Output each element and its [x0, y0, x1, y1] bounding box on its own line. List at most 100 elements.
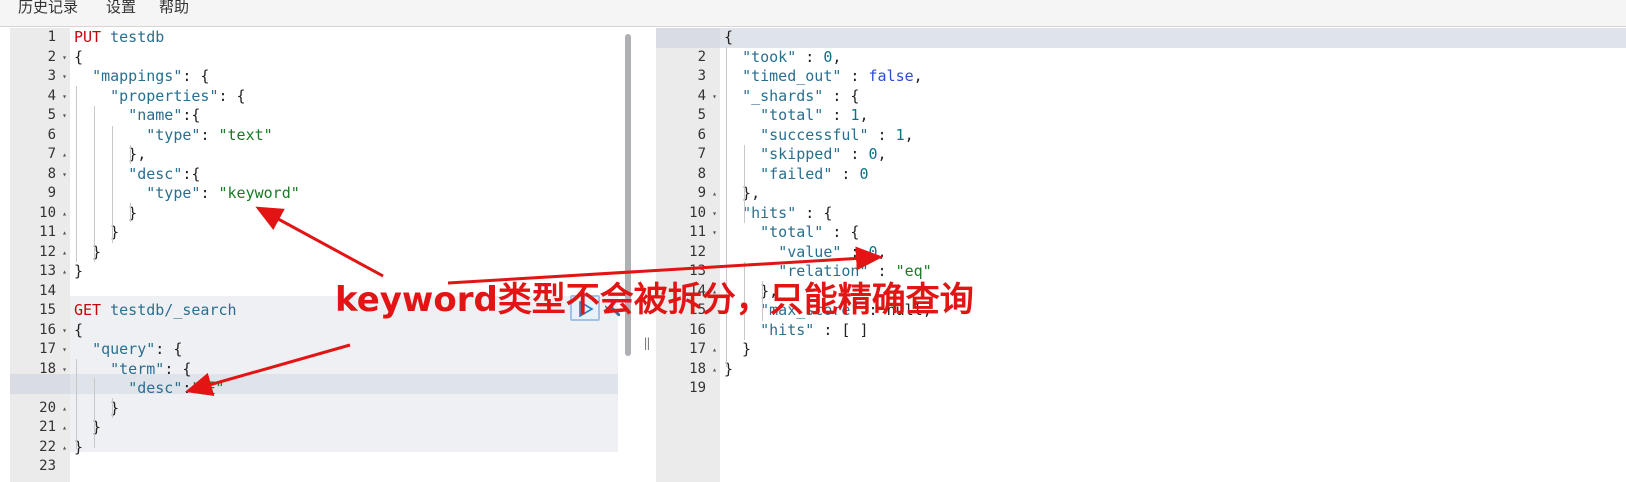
- code-line-text: "desc":"狂": [74, 379, 224, 399]
- line-number: 8: [656, 165, 720, 185]
- request-gutter: 1 2 ▾ 3 ▾ 4 ▾ 5 ▾ 6 7 ▴ 8 ▾ 9 10 ▴ 11 ▴ 12 ▴ 13 ▴ 14 15 16 ▾ 17 ▾ 18 ▾…: [10, 28, 70, 482]
- code-line[interactable]: },: [70, 145, 630, 165]
- fold-close-icon[interactable]: ▴: [712, 360, 717, 380]
- fold-open-icon[interactable]: ▾: [62, 165, 67, 185]
- fold-close-icon[interactable]: ▴: [62, 243, 67, 263]
- code-line[interactable]: }: [70, 438, 630, 458]
- code-line[interactable]: "total" : 1,: [720, 106, 1626, 126]
- fold-close-icon[interactable]: ▴: [62, 223, 67, 243]
- code-line[interactable]: "desc":"狂": [70, 379, 630, 399]
- code-token: "term": [110, 359, 165, 378]
- code-line[interactable]: }: [720, 340, 1626, 360]
- line-number-text: 7: [697, 146, 706, 162]
- code-line[interactable]: }: [70, 243, 630, 263]
- fold-open-icon[interactable]: ▾: [62, 48, 67, 68]
- code-line[interactable]: "hits" : {: [720, 204, 1626, 224]
- line-number: 9 ▴: [656, 184, 720, 204]
- code-line[interactable]: "took" : 0,: [720, 48, 1626, 68]
- fold-open-icon[interactable]: ▾: [712, 87, 717, 107]
- line-number: 4 ▾: [656, 87, 720, 107]
- menu-history[interactable]: 历史记录: [18, 0, 78, 17]
- code-line[interactable]: "timed_out" : false,: [720, 67, 1626, 87]
- code-line[interactable]: "skipped" : 0,: [720, 145, 1626, 165]
- code-line[interactable]: {: [720, 28, 1626, 48]
- code-token: },: [74, 145, 147, 163]
- fold-open-icon[interactable]: ▾: [62, 340, 67, 360]
- code-line[interactable]: "desc":{: [70, 165, 630, 185]
- code-token: :: [832, 164, 860, 183]
- code-line[interactable]: }: [70, 418, 630, 438]
- code-line[interactable]: "name":{: [70, 106, 630, 126]
- code-line[interactable]: "type": "text": [70, 126, 630, 146]
- code-line-text: "total" : 1,: [724, 106, 869, 126]
- fold-close-icon[interactable]: ▴: [62, 204, 67, 224]
- code-token: "hits": [742, 203, 797, 222]
- code-line[interactable]: "failed" : 0: [720, 165, 1626, 185]
- line-number: 19: [656, 379, 720, 399]
- line-number: 6: [10, 126, 70, 146]
- code-line[interactable]: "query": {: [70, 340, 630, 360]
- request-code[interactable]: PUT testdb{ "mappings": { "properties": …: [70, 28, 630, 482]
- fold-close-icon[interactable]: ▴: [712, 340, 717, 360]
- fold-close-icon[interactable]: ▴: [62, 399, 67, 419]
- fold-open-icon[interactable]: ▾: [62, 87, 67, 107]
- code-line[interactable]: }: [70, 399, 630, 419]
- fold-close-icon[interactable]: ▴: [62, 145, 67, 165]
- code-line-text: {: [74, 321, 83, 341]
- code-token: {: [724, 28, 734, 46]
- fold-open-icon[interactable]: ▾: [62, 67, 67, 87]
- code-token: "type": [146, 125, 201, 144]
- code-line[interactable]: }: [70, 204, 630, 224]
- fold-open-icon[interactable]: ▾: [62, 106, 67, 126]
- code-line[interactable]: {: [70, 48, 630, 68]
- line-number-text: 7: [47, 146, 56, 162]
- line-number: 2: [656, 48, 720, 68]
- code-line-text: }: [74, 243, 101, 263]
- code-line[interactable]: }: [70, 223, 630, 243]
- code-token: "total": [760, 223, 824, 241]
- annotation-text: keyword类型不会被拆分，只能精确查询: [335, 280, 974, 320]
- request-editor[interactable]: 1 2 ▾ 3 ▾ 4 ▾ 5 ▾ 6 7 ▴ 8 ▾ 9 10 ▴ 11 ▴ 12 ▴ 13 ▴ 14 15 16 ▾ 17 ▾ 18 ▾…: [10, 28, 630, 482]
- code-token: "keyword": [218, 184, 300, 202]
- code-line[interactable]: "properties": {: [70, 87, 630, 107]
- code-line[interactable]: {: [70, 321, 630, 341]
- fold-close-icon[interactable]: ▴: [62, 438, 67, 458]
- code-line[interactable]: "mappings": {: [70, 67, 630, 87]
- code-line[interactable]: }: [720, 360, 1626, 380]
- code-line[interactable]: "term": {: [70, 360, 630, 380]
- code-token: "text": [218, 125, 273, 144]
- code-line[interactable]: "type": "keyword": [70, 184, 630, 204]
- fold-open-icon[interactable]: ▾: [712, 204, 717, 224]
- fold-open-icon[interactable]: ▾: [62, 321, 67, 341]
- line-number-text: 12: [39, 243, 56, 260]
- code-line[interactable]: "total" : {: [720, 223, 1626, 243]
- fold-close-icon[interactable]: ▴: [712, 184, 717, 204]
- fold-open-icon[interactable]: ▾: [712, 223, 717, 243]
- code-line[interactable]: [720, 379, 1626, 399]
- code-line[interactable]: "hits" : [ ]: [720, 321, 1626, 341]
- fold-close-icon[interactable]: ▴: [62, 418, 67, 438]
- code-line[interactable]: "_shards" : {: [720, 87, 1626, 107]
- line-number: 14: [10, 282, 70, 302]
- line-number-text: 13: [39, 263, 56, 279]
- line-number: 15: [10, 301, 70, 321]
- indent-guide: [112, 398, 113, 418]
- line-number-text: 8: [47, 165, 56, 182]
- line-number: 22 ▴: [10, 438, 70, 458]
- code-line-text: "term": {: [74, 360, 191, 380]
- code-line-text: "query": {: [74, 340, 182, 360]
- code-line[interactable]: "successful" : 1,: [720, 126, 1626, 146]
- code-line[interactable]: },: [720, 184, 1626, 204]
- resize-handle-icon[interactable]: ‖: [641, 336, 653, 350]
- fold-close-icon[interactable]: ▴: [62, 262, 67, 282]
- code-token: :{: [182, 106, 201, 124]
- menu-settings[interactable]: 设置: [106, 0, 136, 17]
- code-line[interactable]: [70, 457, 630, 477]
- code-line[interactable]: "value" : 0,: [720, 243, 1626, 263]
- line-number-text: 6: [47, 126, 56, 143]
- code-token: ,: [859, 106, 869, 124]
- code-line[interactable]: PUT testdb: [70, 28, 630, 48]
- menu-help[interactable]: 帮助: [159, 0, 189, 17]
